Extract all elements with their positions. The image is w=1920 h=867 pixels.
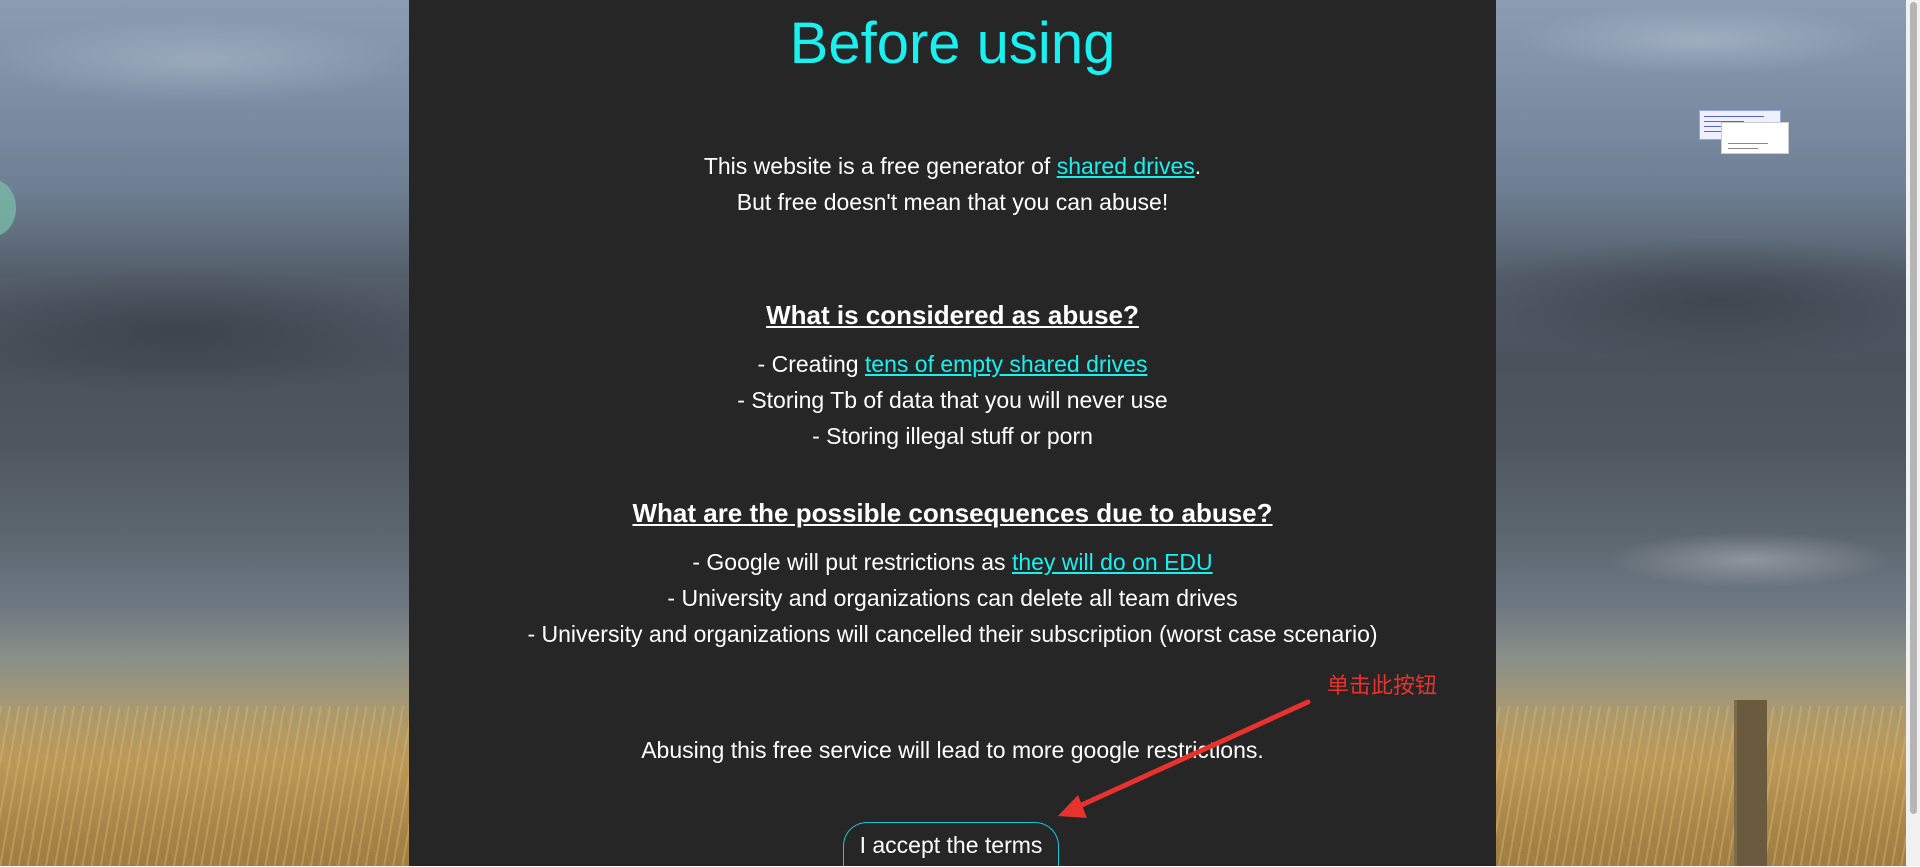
- annotation-label: 单击此按钮: [1327, 668, 1437, 700]
- shared-drives-link[interactable]: shared drives: [1057, 153, 1195, 179]
- intro-period: .: [1195, 153, 1201, 179]
- consequence-item-3: - University and organizations will canc…: [409, 616, 1496, 652]
- abuse-item-2: - Storing Tb of data that you will never…: [409, 382, 1496, 418]
- intro-text: This website is a free generator of: [704, 153, 1057, 179]
- fence-post: [1734, 700, 1767, 866]
- intro-line-2: But free doesn't mean that you can abuse…: [409, 184, 1496, 220]
- floating-thumbnail[interactable]: [1699, 110, 1787, 152]
- abuse-warning: Abusing this free service will lead to m…: [409, 732, 1496, 768]
- abuse-item-1-text: - Creating: [758, 351, 865, 377]
- abuse-heading: What is considered as abuse?: [409, 300, 1496, 331]
- scrollbar-thumb[interactable]: [1910, 2, 1917, 814]
- terms-panel: Before using This website is a free gene…: [409, 0, 1496, 866]
- consequence-item-1: - Google will put restrictions as they w…: [409, 544, 1496, 580]
- abuse-item-3: - Storing illegal stuff or porn: [409, 418, 1496, 454]
- abuse-item-1: - Creating tens of empty shared drives: [409, 346, 1496, 382]
- accept-terms-button[interactable]: I accept the terms: [843, 822, 1059, 866]
- consequence-item-1-text: - Google will put restrictions as: [692, 549, 1012, 575]
- intro-line-1: This website is a free generator of shar…: [409, 148, 1496, 184]
- page-title: Before using: [409, 10, 1496, 77]
- empty-shared-drives-link[interactable]: tens of empty shared drives: [865, 351, 1148, 377]
- consequences-heading: What are the possible consequences due t…: [409, 498, 1496, 529]
- edu-restrictions-link[interactable]: they will do on EDU: [1012, 549, 1213, 575]
- consequence-item-2: - University and organizations can delet…: [409, 580, 1496, 616]
- thumbnail-card-back: [1721, 122, 1789, 154]
- vertical-scrollbar[interactable]: [1906, 0, 1920, 866]
